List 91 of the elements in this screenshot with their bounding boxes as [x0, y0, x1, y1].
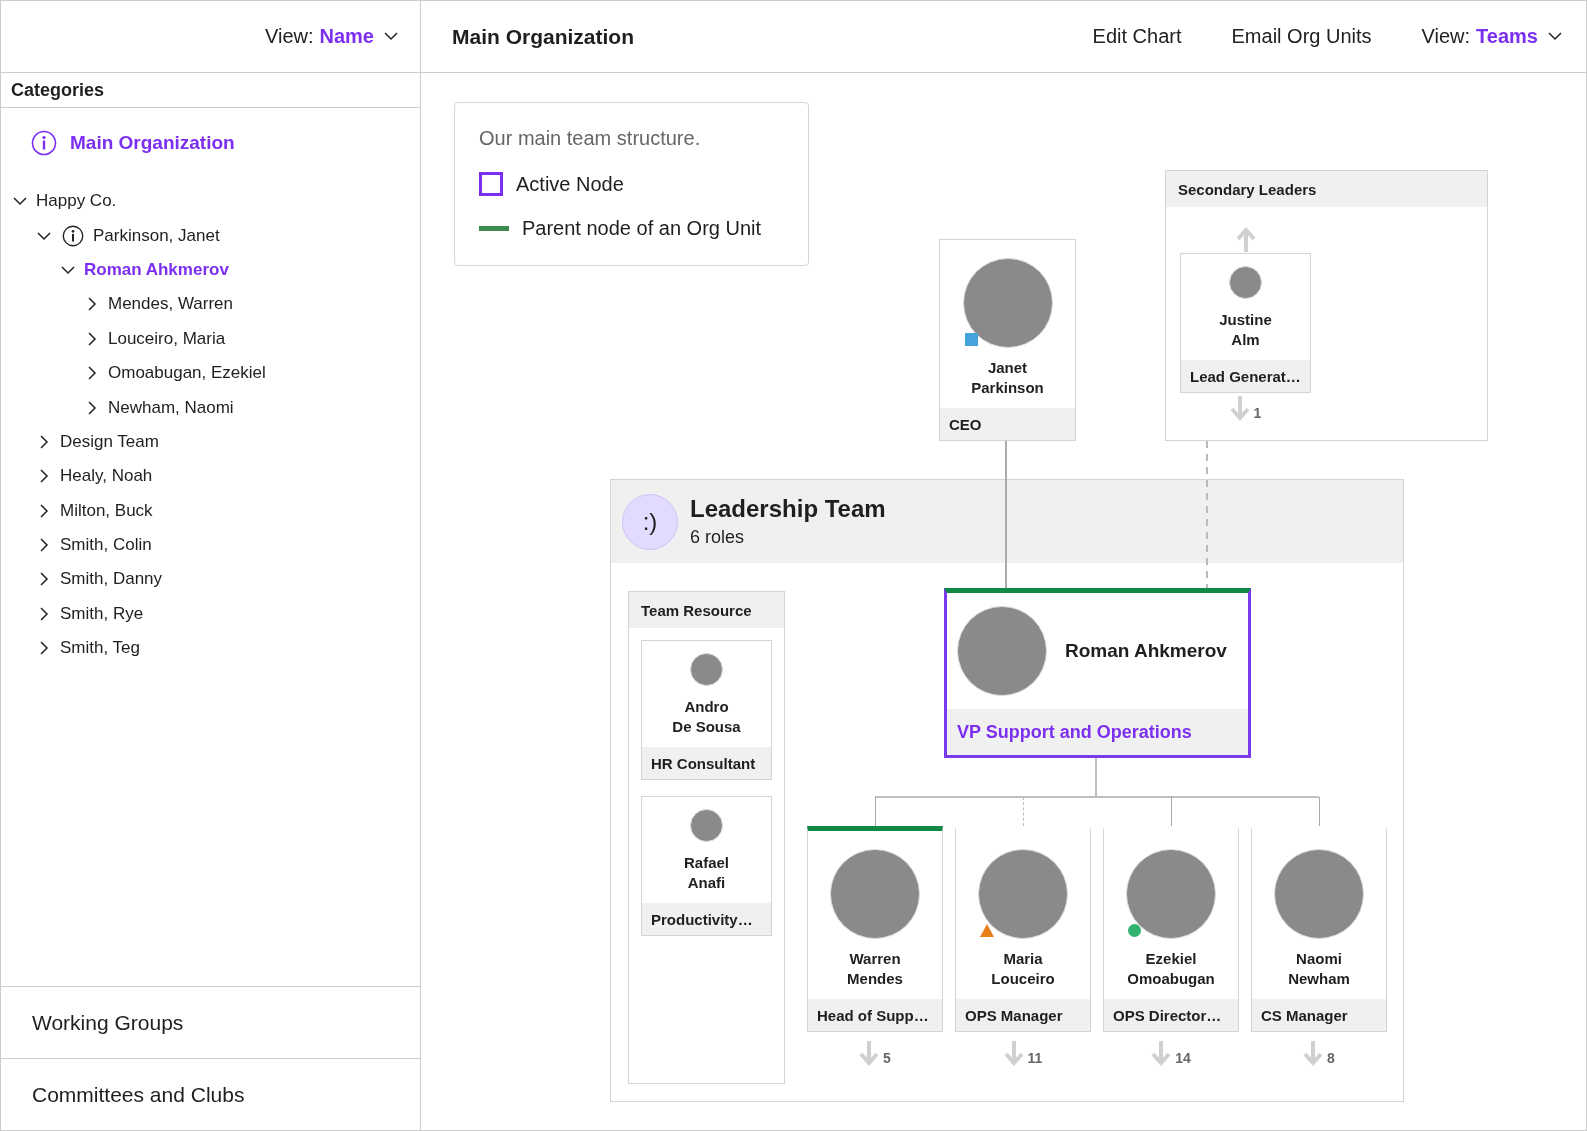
down-arrow-icon	[1003, 1040, 1024, 1066]
person-role: HR Consultant	[642, 747, 771, 779]
chart-title: Main Organization	[452, 24, 634, 49]
person-card[interactable]: Justine Alm Lead Generat…	[1180, 253, 1311, 393]
down-arrow-icon	[859, 1040, 880, 1066]
tree-item[interactable]: Milton, Buck	[60, 500, 153, 521]
chevron-icon[interactable]	[85, 297, 99, 312]
person-name: Ezekiel Omoabugan	[1126, 949, 1216, 989]
legend-label: Active Node	[516, 172, 624, 196]
chevron-icon[interactable]	[37, 641, 51, 656]
person-role: OPS Manager	[956, 999, 1090, 1031]
person-role: OPS Director…	[1104, 999, 1238, 1031]
person-name: Roman Ahkmerov	[1065, 640, 1227, 662]
panel-title: Secondary Leaders	[1166, 171, 1487, 207]
chevron-icon[interactable]	[37, 503, 51, 518]
section-item[interactable]: Committees and Clubs	[1, 1058, 420, 1130]
active-person-card[interactable]: Roman Ahkmerov VP Support and Operations	[944, 588, 1251, 758]
categories-heading: Categories	[1, 73, 420, 108]
person-role: Productivity…	[642, 903, 771, 935]
person-role: VP Support and Operations	[947, 709, 1248, 755]
chevron-icon[interactable]	[37, 538, 51, 553]
view-dropdown[interactable]: Teams	[1476, 25, 1562, 48]
person-card[interactable]: Andro De Sousa HR Consultant	[641, 640, 772, 780]
person-name: Justine Alm	[1218, 309, 1273, 350]
chevron-icon[interactable]	[37, 469, 51, 484]
down-arrow-icon	[1303, 1040, 1324, 1066]
tree-item[interactable]: Omoabugan, Ezekiel	[108, 363, 266, 384]
info-icon	[62, 224, 84, 247]
person-card[interactable]: Warren Mendes Head of Supp…	[807, 826, 943, 1032]
down-arrow-icon	[1229, 395, 1250, 421]
chevron-icon[interactable]	[85, 331, 99, 346]
avatar-photo	[1229, 266, 1262, 299]
parent-node-swatch	[479, 225, 509, 231]
chevron-icon[interactable]	[85, 366, 99, 381]
team-emoticon: :)	[622, 493, 678, 550]
person-role: Lead Generat…	[1181, 360, 1310, 392]
person-name: Warren Mendes	[846, 949, 904, 989]
avatar-photo	[690, 809, 723, 842]
view-label: View:	[264, 25, 314, 48]
chevron-icon[interactable]	[37, 434, 51, 449]
tree-item[interactable]: Smith, Danny	[60, 569, 163, 590]
tree-item[interactable]: Newham, Naomi	[108, 397, 234, 418]
report-count: 5	[883, 1050, 891, 1066]
person-card[interactable]: Janet Parkinson CEO	[939, 239, 1076, 441]
view-dropdown[interactable]: Name	[319, 25, 398, 48]
person-name: Naomi Newham	[1287, 949, 1351, 989]
info-icon	[31, 130, 57, 156]
person-role: CEO	[940, 408, 1075, 440]
person-card[interactable]: Rafael Anafi Productivity…	[641, 796, 772, 936]
tree-item[interactable]: Louceiro, Maria	[108, 328, 226, 349]
caret-icon	[1548, 32, 1562, 41]
legend-description: Our main team structure.	[479, 127, 702, 150]
chevron-icon[interactable]	[37, 606, 51, 621]
tree-item[interactable]: Roman Ahkmerov	[84, 259, 229, 280]
chevron-icon[interactable]	[85, 400, 99, 415]
person-name: Andro De Sousa	[671, 696, 742, 737]
person-role: CS Manager	[1252, 999, 1386, 1031]
team-roles: 6 roles	[690, 527, 746, 548]
report-count: 11	[1027, 1050, 1043, 1066]
view-label: View:	[1421, 25, 1471, 48]
tree-item[interactable]: Smith, Colin	[60, 535, 152, 556]
person-name: Maria Louceiro	[990, 949, 1056, 989]
person-name: Rafael Anafi	[683, 852, 730, 893]
main-organization-item[interactable]: Main Organization	[31, 130, 235, 156]
tree-item[interactable]: Smith, Rye	[60, 603, 144, 624]
legend-label: Parent node of an Org Unit	[522, 216, 762, 240]
person-name: Janet Parkinson	[970, 358, 1045, 398]
report-count: 8	[1327, 1050, 1335, 1066]
person-card[interactable]: Maria Louceiro OPS Manager	[955, 826, 1091, 1032]
header-action[interactable]: Email Org Units	[1231, 25, 1372, 48]
tree-item[interactable]: Design Team	[60, 431, 159, 452]
tree-item[interactable]: Healy, Noah	[60, 466, 153, 487]
report-count: 14	[1175, 1050, 1191, 1066]
chevron-icon[interactable]	[37, 572, 51, 587]
tree-item[interactable]: Smith, Teg	[60, 638, 140, 659]
section-item[interactable]: Working Groups	[1, 986, 420, 1058]
tree-item[interactable]: Mendes, Warren	[108, 294, 234, 315]
up-arrow-icon	[1235, 227, 1256, 253]
tree-item[interactable]: Happy Co.	[36, 191, 117, 212]
panel-title: Team Resource	[629, 592, 784, 628]
report-count: 1	[1253, 405, 1262, 421]
caret-icon	[384, 32, 398, 41]
down-arrow-icon	[1151, 1040, 1172, 1066]
avatar-photo	[690, 653, 723, 686]
team-title: Leadership Team	[690, 495, 886, 523]
header-action[interactable]: Edit Chart	[1092, 25, 1182, 48]
person-card[interactable]: Ezekiel Omoabugan OPS Director…	[1103, 826, 1239, 1032]
person-role: Head of Supp…	[808, 999, 942, 1031]
person-card[interactable]: Naomi Newham CS Manager	[1251, 826, 1387, 1032]
active-node-swatch	[479, 172, 503, 196]
tree-item[interactable]: Parkinson, Janet	[60, 224, 220, 247]
